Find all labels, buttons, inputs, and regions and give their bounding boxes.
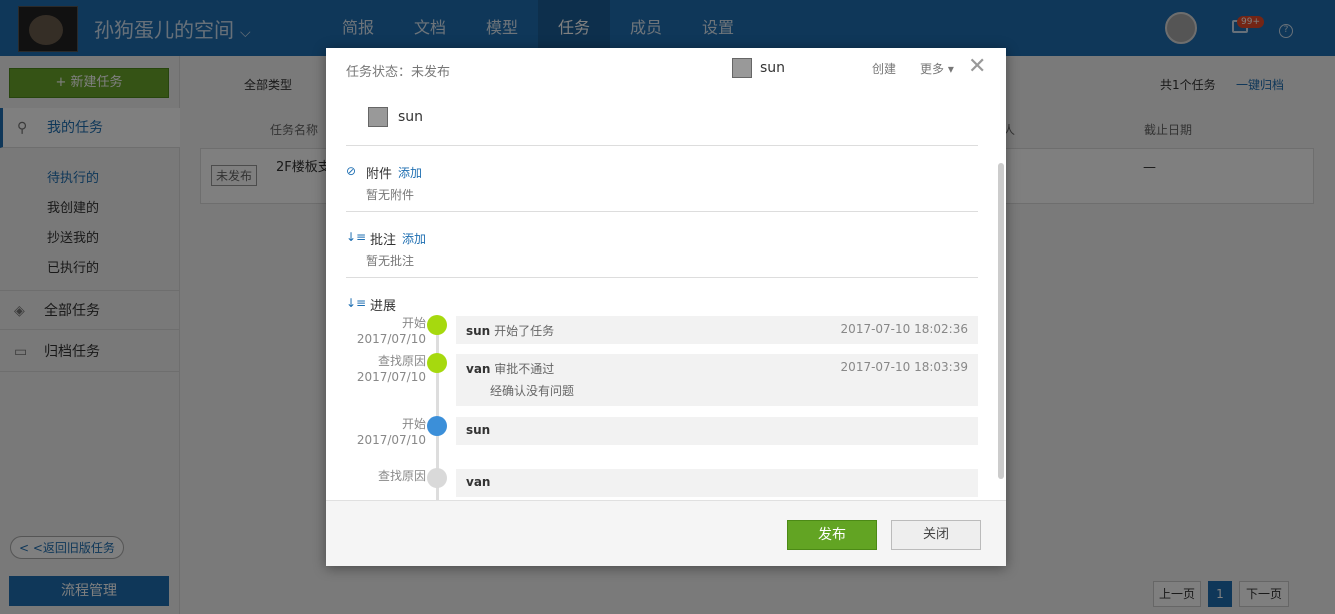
timeline-stage: 开始 2017/07/10 (356, 417, 426, 447)
timeline-stage: 开始 2017/07/10 (356, 316, 426, 346)
more-dropdown[interactable]: 更多 ▾ (920, 60, 954, 77)
close-button[interactable]: 关闭 (891, 520, 981, 550)
divider (346, 145, 978, 146)
modal-scrollbar[interactable] (998, 163, 1004, 479)
create-label: 创建 (872, 62, 897, 76)
divider (346, 211, 978, 212)
sort-list-icon: ↓≡ (346, 296, 367, 310)
timeline-entry: van 审批不通过 2017-07-10 18:03:39 经确认没有问题 (456, 354, 978, 406)
timeline-stage: 查找原因 (377, 469, 426, 483)
owner-avatar (732, 58, 752, 78)
timeline-dot (427, 416, 447, 436)
attachments-empty: 暂无附件 (366, 188, 415, 202)
modal-footer: 发布 关闭 (326, 500, 1006, 566)
timeline-stage: 查找原因 2017/07/10 (356, 354, 426, 384)
timeline-entry: sun 开始了任务 2017-07-10 18:02:36 (456, 316, 978, 344)
sort-list-icon: ↓≡ (346, 230, 367, 244)
timeline-entry: sun (456, 417, 978, 445)
close-icon[interactable]: ✕ (968, 56, 986, 78)
comments-empty: 暂无批注 (366, 254, 415, 268)
attachments-title: 附件 (366, 167, 393, 182)
add-comment-link[interactable]: 添加 (402, 230, 426, 247)
comments-title: 批注 (370, 233, 397, 248)
add-attachment-link[interactable]: 添加 (398, 164, 422, 181)
task-status: 任务状态：未发布 (346, 65, 451, 80)
paperclip-icon: ⊘ (346, 164, 357, 178)
divider (346, 277, 978, 278)
timeline-dot (427, 353, 447, 373)
publish-button[interactable]: 发布 (787, 520, 877, 550)
owner-name: sun (760, 60, 786, 76)
assignee-avatar (368, 107, 388, 127)
task-detail-modal: 任务状态：未发布 sun 创建 更多 ▾ ✕ sun ⊘ 附件 添加 暂无附件 … (326, 48, 1006, 566)
timeline-dot (427, 315, 447, 335)
assignee-name: sun (398, 109, 424, 125)
timeline-entry: van (456, 469, 978, 497)
progress-title: 进展 (370, 299, 397, 314)
timeline-dot (427, 468, 447, 488)
